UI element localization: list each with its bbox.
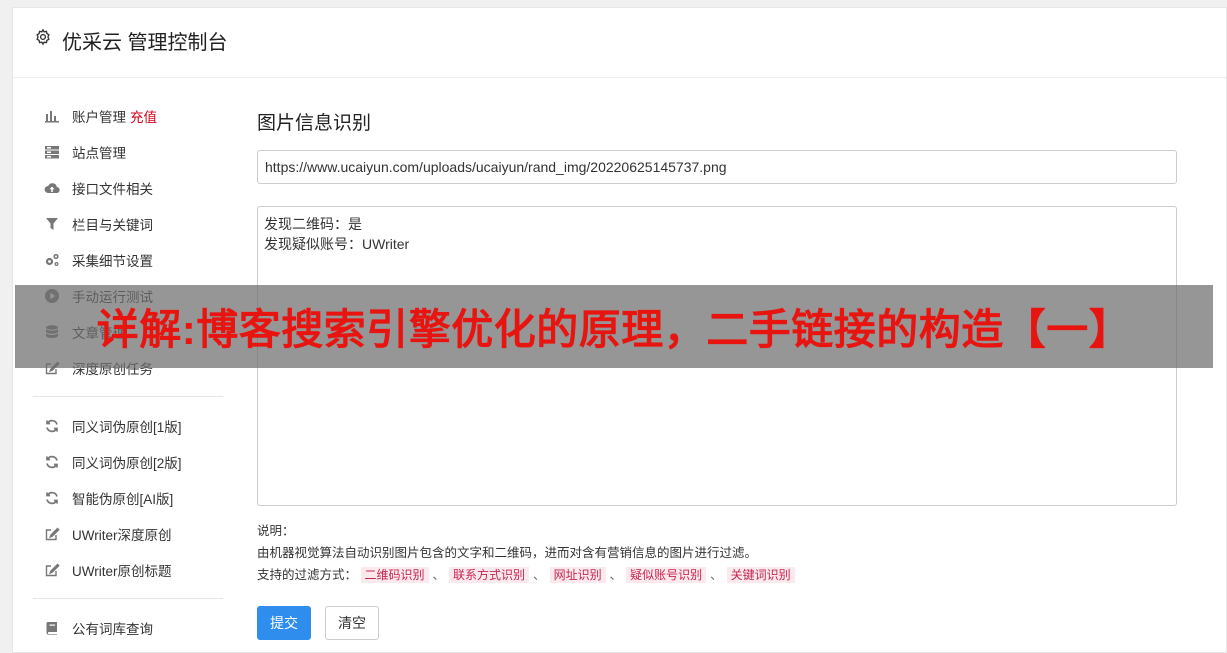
- sidebar-item-label: 智能伪原创[AI版]: [72, 492, 174, 507]
- header: 优采云 管理控制台: [13, 8, 1226, 78]
- page-title: 优采云 管理控制台: [62, 32, 228, 54]
- sidebar-item-label: 接口文件相关: [72, 182, 153, 197]
- sidebar-item-label: UWriter深度原创: [72, 528, 172, 543]
- sidebar-item[interactable]: 采集细节设置: [33, 242, 223, 278]
- filter-icon: [44, 216, 60, 232]
- sidebar-divider: [33, 396, 223, 397]
- refresh-icon: [44, 454, 60, 470]
- sidebar-item[interactable]: UWriter原创标题: [33, 552, 223, 588]
- filter-separator: 、: [533, 568, 546, 582]
- cloud-upload-icon: [44, 180, 60, 196]
- section-title: 图片信息识别: [257, 113, 372, 134]
- note-description: 由机器视觉算法自动识别图片包含的文字和二维码，进而对含有营销信息的图片进行过滤。: [257, 546, 758, 560]
- cogs-icon: [44, 252, 60, 268]
- refresh-icon: [44, 418, 60, 434]
- edit-icon: [44, 526, 60, 542]
- submit-button[interactable]: 提交: [257, 606, 311, 640]
- sidebar-item-label: 同义词伪原创[2版]: [72, 456, 182, 471]
- filter-tag: 二维码识别: [360, 567, 429, 583]
- sidebar-item[interactable]: 栏目与关键词: [33, 206, 223, 242]
- bar-chart-icon: [44, 108, 60, 124]
- sidebar-item[interactable]: 同义词伪原创[2版]: [33, 444, 223, 480]
- sidebar-item[interactable]: 公有词库查询: [33, 610, 223, 646]
- sidebar-item[interactable]: 账户管理 充值: [33, 98, 223, 134]
- sidebar-item-label: UWriter原创标题: [72, 564, 172, 579]
- sidebar-item[interactable]: 同义词伪原创[1版]: [33, 408, 223, 444]
- filter-tag: 联系方式识别: [449, 567, 530, 583]
- filter-separator: 、: [609, 568, 623, 582]
- title-banner: 详解:博客搜索引擎优化的原理，二手链接的构造【一】: [15, 285, 1213, 368]
- gear-icon: [34, 28, 52, 46]
- filter-tag: 关键词识别: [726, 567, 795, 583]
- edit-icon: [44, 562, 60, 578]
- sidebar-item-label: 栏目与关键词: [72, 218, 153, 233]
- sidebar-item-label: 采集细节设置: [72, 254, 153, 269]
- sidebar-item[interactable]: UWriter深度原创: [33, 516, 223, 552]
- button-row: 提交 清空: [257, 606, 1177, 640]
- sidebar-item[interactable]: 智能伪原创[AI版]: [33, 480, 223, 516]
- refresh-icon: [44, 490, 60, 506]
- sidebar-item[interactable]: 站点管理: [33, 134, 223, 170]
- sidebar-item-label: 公有词库查询: [72, 622, 153, 637]
- sidebar-divider: [33, 598, 223, 599]
- clear-button[interactable]: 清空: [325, 606, 379, 640]
- note-label: 说明：: [257, 524, 295, 538]
- filter-tag: 网址识别: [549, 567, 606, 583]
- banner-text: 详解:博客搜索引擎优化的原理，二手链接的构造【一】: [96, 306, 1132, 353]
- filter-methods: 支持的过滤方式： 二维码识别、联系方式识别、网址识别、疑似账号识别、关键词识别: [257, 564, 1177, 586]
- filter-label: 支持的过滤方式：: [257, 568, 358, 582]
- sidebar-item-label: 账户管理: [72, 110, 126, 125]
- main-content: 图片信息识别 说明： 由机器视觉算法自动识别图片包含的文字和二维码，进而对含有营…: [257, 108, 1177, 640]
- sidebar-item-label: 同义词伪原创[1版]: [72, 420, 182, 435]
- sidebar-item[interactable]: 接口文件相关: [33, 170, 223, 206]
- filter-separator: 、: [432, 568, 446, 582]
- sidebar: 账户管理充值站点管理接口文件相关栏目与关键词采集细节设置手动运行测试文章管理深度…: [33, 98, 223, 646]
- book-icon: [44, 620, 60, 636]
- recharge-link[interactable]: 充值: [130, 106, 157, 126]
- server-icon: [44, 144, 60, 160]
- filter-tag: 疑似账号识别: [626, 567, 707, 583]
- image-url-input[interactable]: [257, 150, 1177, 184]
- filter-separator: 、: [710, 568, 723, 582]
- sidebar-item-label: 站点管理: [72, 146, 126, 161]
- note: 说明： 由机器视觉算法自动识别图片包含的文字和二维码，进而对含有营销信息的图片进…: [257, 520, 1177, 586]
